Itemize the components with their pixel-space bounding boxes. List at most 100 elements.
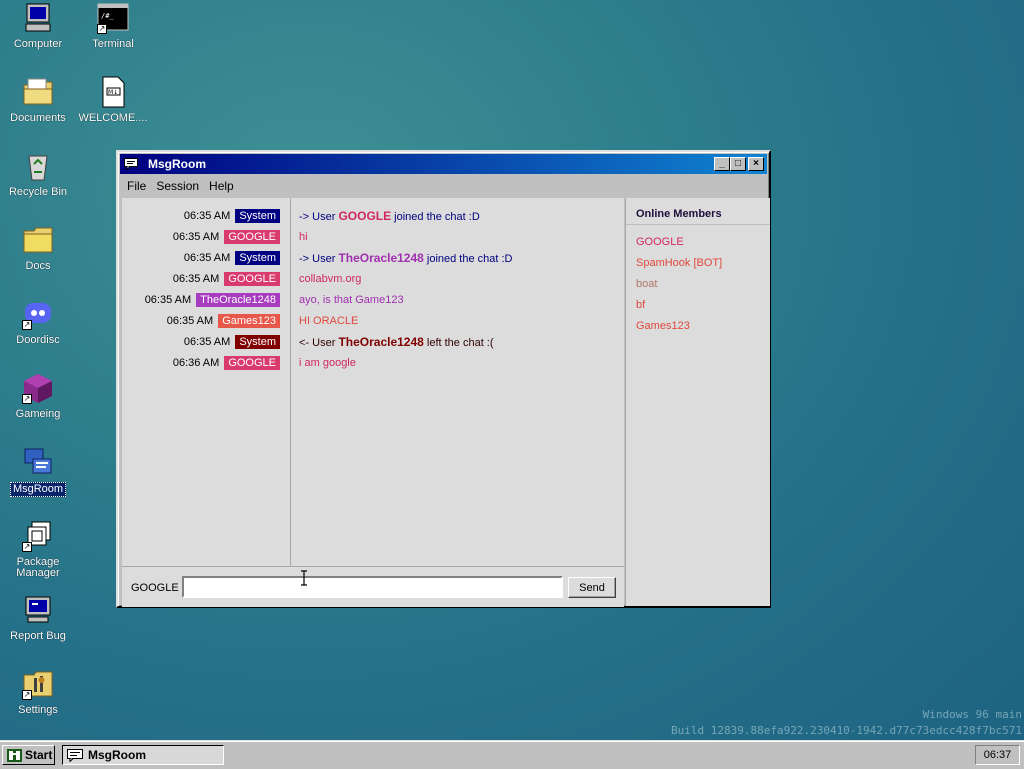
input-bar: GOOGLE Send [122, 566, 624, 607]
chat-bubble-icon [67, 749, 83, 767]
message-text-part: left the chat :( [423, 337, 494, 349]
message-meta-row: 06:35 AM System [184, 334, 280, 350]
message-username-badge[interactable]: GOOGLE [224, 272, 280, 286]
current-user-label: GOOGLE [131, 582, 179, 594]
title-bar[interactable]: MsgRoom _ □ × [120, 154, 767, 174]
message-text: -> User TheOracle1248 joined the chat :D [299, 250, 513, 266]
message-timestamp: 06:35 AM [172, 273, 220, 285]
message-timestamp: 06:35 AM [183, 210, 231, 222]
desktop-icon-recycle-bin[interactable]: Recycle Bin [0, 150, 76, 199]
message-text: collabvm.org [299, 271, 361, 287]
clock: 06:37 [975, 745, 1020, 765]
desktop-icon-report-bug[interactable]: Report Bug [0, 594, 76, 643]
desktop-icon-package-manager[interactable]: ↗ Package Manager [0, 520, 76, 580]
message-meta-row: 06:35 AM GOOGLE [173, 229, 280, 245]
build-watermark-line1: Windows 96 main [922, 708, 1022, 721]
message-text: ayo, is that Game123 [299, 292, 404, 308]
menu-file[interactable]: File [122, 176, 151, 196]
svg-text:/#_: /#_ [101, 12, 114, 20]
menu-bar: File Session Help [122, 176, 239, 196]
message-username-badge[interactable]: Games123 [218, 314, 280, 328]
start-button[interactable]: Start [2, 745, 55, 765]
desktop-icon-label: Settings [18, 704, 58, 716]
message-username-badge[interactable]: System [235, 209, 280, 223]
menu-help[interactable]: Help [204, 176, 239, 196]
message-meta-row: 06:36 AM GOOGLE [173, 355, 280, 371]
message-text-part: joined the chat :D [391, 211, 480, 223]
message-timestamp: 06:36 AM [172, 357, 220, 369]
message-text: -> User GOOGLE joined the chat :D [299, 208, 480, 224]
report-bug-icon [22, 594, 54, 626]
doordisc-icon: ↗ [22, 298, 54, 330]
desktop-icon-label: Report Bug [10, 630, 66, 642]
settings-icon: ↗ [22, 668, 54, 700]
message-username-badge[interactable]: TheOracle1248 [196, 293, 280, 307]
member-item[interactable]: bf [636, 299, 645, 311]
message-text: hi [299, 229, 308, 245]
online-members-panel: Online Members GOOGLE SpamHook [BOT] boat b… [625, 198, 770, 606]
desktop-icon-label: Docs [25, 260, 51, 272]
minimize-icon: _ [719, 158, 725, 169]
menu-session[interactable]: Session [151, 176, 204, 196]
message-meta-row: 06:35 AM System [184, 208, 280, 224]
members-divider [626, 224, 770, 225]
desktop-icon-label: Package Manager [16, 556, 60, 579]
msgroom-icon [22, 446, 54, 478]
taskbar-msgroom-label: MsgRoom [88, 748, 146, 762]
msgroom-window: MsgRoom _ □ × File Session Help 06:35 AM Sy… [116, 150, 771, 608]
package-manager-icon: ↗ [22, 520, 54, 552]
message-text: HI ORACLE [299, 313, 358, 329]
desktop-icon-label: MsgRoom [9, 482, 67, 497]
message-mentioned-user: TheOracle1248 [338, 335, 424, 349]
markdown-file-icon: M↓ [97, 76, 129, 108]
message-text-part: hi [299, 231, 308, 243]
desktop-icon-label: Recycle Bin [8, 186, 68, 198]
message-timestamp: 06:35 AM [172, 231, 220, 243]
desktop-icon-msgroom[interactable]: MsgRoom [0, 446, 76, 497]
desktop-icon-computer[interactable]: Computer [0, 2, 76, 51]
desktop-icon-documents[interactable]: Documents [0, 76, 76, 125]
message-meta-column: 06:35 AM System 06:35 AM GOOGLE 06:35 AM Syst… [122, 198, 291, 566]
member-item[interactable]: GOOGLE [636, 236, 684, 248]
message-timestamp: 06:35 AM [166, 315, 214, 327]
desktop-icon-doordisc[interactable]: ↗ Doordisc [0, 298, 76, 347]
taskbar: Start MsgRoom 06:37 [0, 740, 1024, 769]
chat-pane: 06:35 AM System 06:35 AM GOOGLE 06:35 AM Syst… [122, 198, 624, 607]
desktop-icon-welcome[interactable]: M↓ WELCOME.... [75, 76, 151, 125]
message-timestamp: 06:35 AM [183, 252, 231, 264]
desktop-icon-label: Doordisc [16, 334, 60, 346]
message-text-part: <- User [299, 337, 339, 349]
desktop-icon-label: WELCOME.... [78, 112, 148, 124]
member-item[interactable]: SpamHook [BOT] [636, 257, 722, 269]
desktop-icon-label: Documents [10, 112, 66, 124]
maximize-button[interactable]: □ [730, 157, 746, 171]
minimize-button[interactable]: _ [714, 157, 730, 171]
window-title: MsgRoom [148, 157, 206, 171]
desktop-icon-settings[interactable]: ↗ Settings [0, 668, 76, 717]
send-button[interactable]: Send [568, 577, 616, 598]
desktop-icon-terminal[interactable]: /#_ ↗ Terminal [75, 2, 151, 51]
message-username-badge[interactable]: GOOGLE [224, 230, 280, 244]
desktop-icon-gameing[interactable]: ↗ Gameing [0, 372, 76, 421]
taskbar-msgroom-button[interactable]: MsgRoom [62, 745, 224, 765]
member-item[interactable]: boat [636, 278, 657, 290]
message-username-badge[interactable]: GOOGLE [224, 356, 280, 370]
start-label: Start [25, 748, 53, 762]
message-username-badge[interactable]: System [235, 251, 280, 265]
message-timestamp: 06:35 AM [144, 294, 192, 306]
desktop-icon-label: Gameing [15, 408, 61, 420]
desktop-icon-label: Terminal [92, 38, 134, 50]
message-username-badge[interactable]: System [235, 335, 280, 349]
message-input[interactable] [182, 576, 563, 598]
desktop-icon-docs[interactable]: Docs [0, 224, 76, 273]
close-button[interactable]: × [748, 157, 764, 171]
recycle-bin-icon [22, 150, 54, 182]
message-meta-row: 06:35 AM Games123 [167, 313, 280, 329]
message-text: <- User TheOracle1248 left the chat :( [299, 334, 494, 350]
member-item[interactable]: Games123 [636, 320, 690, 332]
message-meta-row: 06:35 AM System [184, 250, 280, 266]
message-mentioned-user: GOOGLE [338, 209, 392, 223]
message-text: i am google [299, 355, 356, 371]
start-logo-icon [7, 749, 22, 767]
game-cube-icon: ↗ [22, 372, 54, 404]
